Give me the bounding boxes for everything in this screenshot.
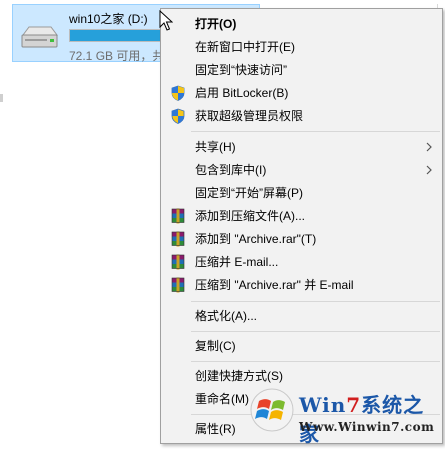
submenu-arrow-icon xyxy=(426,142,432,152)
hard-drive-icon xyxy=(21,26,58,48)
context-menu: 打开(O) 在新窗口中打开(E) 固定到“快速访问” 启用 BitLocker(… xyxy=(160,8,443,444)
mouse-cursor-icon xyxy=(159,10,173,31)
menu-item-label: 包含到库中(I) xyxy=(195,163,267,177)
menu-item-label: 添加到 "Archive.rar"(T) xyxy=(195,232,317,246)
menu-item-label: 压缩并 E-mail... xyxy=(195,255,279,269)
menu-item-bitlocker[interactable]: 启用 BitLocker(B) xyxy=(161,82,442,104)
drive-usage-fill xyxy=(70,30,161,41)
menu-item-label: 共享(H) xyxy=(195,140,236,154)
menu-item-copy[interactable]: 复制(C) xyxy=(161,335,442,357)
menu-item-open[interactable]: 打开(O) xyxy=(161,13,442,35)
menu-item-admin-rights[interactable]: 获取超级管理员权限 xyxy=(161,105,442,127)
drive-free-space: 72.1 GB 可用，共 xyxy=(69,49,165,63)
watermark-brand-seven: 7 xyxy=(346,393,362,417)
uac-shield-icon xyxy=(171,108,185,124)
menu-item-label: 属性(R) xyxy=(195,422,236,436)
windows-logo-icon xyxy=(250,388,294,432)
uac-shield-icon xyxy=(171,85,185,101)
watermark-brand-prefix: Win xyxy=(299,393,347,417)
menu-item-include-library[interactable]: 包含到库中(I) xyxy=(161,159,442,181)
menu-item-label: 在新窗口中打开(E) xyxy=(195,40,295,54)
menu-item-label: 重命名(M) xyxy=(195,392,249,406)
menu-item-open-new-window[interactable]: 在新窗口中打开(E) xyxy=(161,36,442,58)
watermark-brand: Win7系统之家 xyxy=(299,389,443,447)
menu-separator xyxy=(191,361,440,362)
menu-item-add-to-archive[interactable]: 添加到压缩文件(A)... xyxy=(161,205,442,227)
menu-separator xyxy=(191,131,440,132)
watermark-url: Www.Winwin7.com xyxy=(299,420,435,434)
drive-name: win10之家 (D:) xyxy=(69,12,148,26)
menu-item-label: 格式化(A)... xyxy=(195,309,257,323)
menu-item-label: 固定到“快速访问” xyxy=(195,63,287,77)
background-divider xyxy=(0,94,3,102)
menu-item-label: 创建快捷方式(S) xyxy=(195,369,283,383)
menu-item-format[interactable]: 格式化(A)... xyxy=(161,305,442,327)
menu-item-create-shortcut[interactable]: 创建快捷方式(S) xyxy=(161,365,442,387)
menu-item-add-to-archive-rar[interactable]: 添加到 "Archive.rar"(T) xyxy=(161,228,442,250)
menu-item-compress-rar-email[interactable]: 压缩到 "Archive.rar" 并 E-mail xyxy=(161,274,442,296)
menu-item-pin-quick-access[interactable]: 固定到“快速访问” xyxy=(161,59,442,81)
menu-item-label: 启用 BitLocker(B) xyxy=(195,86,289,100)
menu-item-label: 打开(O) xyxy=(195,17,237,31)
submenu-arrow-icon xyxy=(426,165,432,175)
menu-item-label: 添加到压缩文件(A)... xyxy=(195,209,305,223)
menu-item-label: 获取超级管理员权限 xyxy=(195,109,304,123)
menu-item-share[interactable]: 共享(H) xyxy=(161,136,442,158)
menu-item-compress-email[interactable]: 压缩并 E-mail... xyxy=(161,251,442,273)
winrar-icon xyxy=(171,208,185,224)
winrar-icon xyxy=(171,254,185,270)
winrar-icon xyxy=(171,277,185,293)
menu-item-label: 复制(C) xyxy=(195,339,236,353)
menu-item-label: 固定到“开始”屏幕(P) xyxy=(195,186,303,200)
menu-separator xyxy=(191,301,440,302)
menu-item-label: 压缩到 "Archive.rar" 并 E-mail xyxy=(195,278,354,292)
menu-separator xyxy=(191,331,440,332)
menu-item-pin-start[interactable]: 固定到“开始”屏幕(P) xyxy=(161,182,442,204)
winrar-icon xyxy=(171,231,185,247)
site-watermark: Win7系统之家 Www.Winwin7.com xyxy=(247,385,443,446)
